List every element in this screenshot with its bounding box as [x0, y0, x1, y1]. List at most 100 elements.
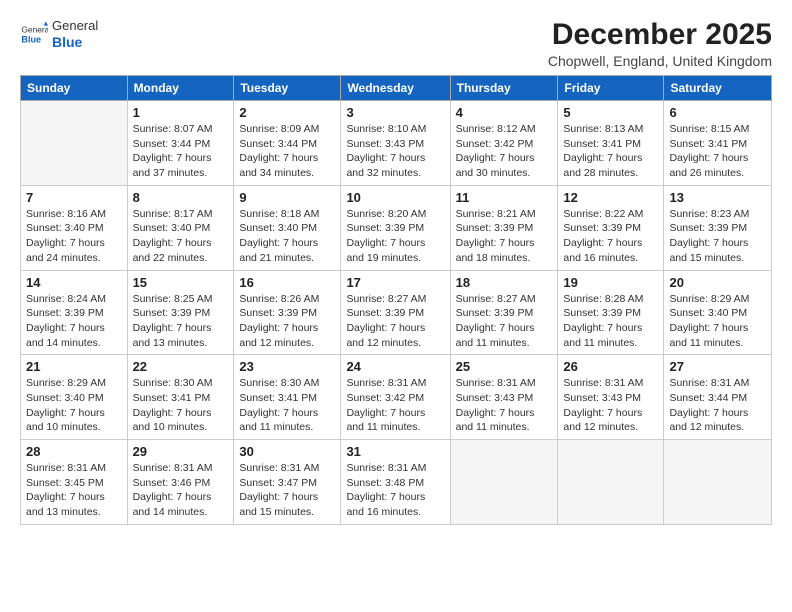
- day-number: 29: [133, 444, 229, 459]
- calendar-cell: [664, 440, 772, 525]
- day-number: 18: [456, 275, 553, 290]
- day-number: 16: [239, 275, 335, 290]
- day-number: 5: [563, 105, 658, 120]
- day-number: 22: [133, 359, 229, 374]
- day-number: 25: [456, 359, 553, 374]
- day-info: Sunrise: 8:23 AMSunset: 3:39 PMDaylight:…: [669, 207, 766, 266]
- calendar-cell: 25 Sunrise: 8:31 AMSunset: 3:43 PMDayligh…: [450, 355, 558, 440]
- calendar-cell: 9Sunrise: 8:18 AMSunset: 3:40 PMDaylight…: [234, 185, 341, 270]
- calendar-cell: 6 Sunrise: 8:15 AMSunset: 3:41 PMDaylight…: [664, 101, 772, 186]
- day-info: Sunrise: 8:31 AMSunset: 3:42 PMDaylight:…: [346, 376, 444, 435]
- weekday-row: Sunday Monday Tuesday Wednesday Thursday…: [21, 76, 772, 101]
- calendar-body: 1 Sunrise: 8:07 AMSunset: 3:44 PMDaylight…: [21, 101, 772, 525]
- day-info: Sunrise: 8:31 AMSunset: 3:47 PMDaylight:…: [239, 461, 335, 520]
- day-info: Sunrise: 8:25 AMSunset: 3:39 PMDaylight:…: [133, 292, 229, 351]
- day-info: Sunrise: 8:28 AMSunset: 3:39 PMDaylight:…: [563, 292, 658, 351]
- day-info: Sunrise: 8:31 AMSunset: 3:43 PMDaylight:…: [456, 376, 553, 435]
- calendar-cell: 3Sunrise: 8:10 AMSunset: 3:43 PMDaylight…: [341, 101, 450, 186]
- day-number: 11: [456, 190, 553, 205]
- day-info: Sunrise: 8:27 AMSunset: 3:39 PMDaylight:…: [456, 292, 553, 351]
- calendar-cell: 15 Sunrise: 8:25 AMSunset: 3:39 PMDayligh…: [127, 270, 234, 355]
- calendar-cell: 27Sunrise: 8:31 AMSunset: 3:44 PMDayligh…: [664, 355, 772, 440]
- calendar-cell: 14Sunrise: 8:24 AMSunset: 3:39 PMDayligh…: [21, 270, 128, 355]
- calendar-cell: 18 Sunrise: 8:27 AMSunset: 3:39 PMDayligh…: [450, 270, 558, 355]
- calendar-cell: 30 Sunrise: 8:31 AMSunset: 3:47 PMDayligh…: [234, 440, 341, 525]
- day-number: 30: [239, 444, 335, 459]
- calendar-week-3: 14Sunrise: 8:24 AMSunset: 3:39 PMDayligh…: [21, 270, 772, 355]
- day-number: 21: [26, 359, 122, 374]
- calendar-cell: 16 Sunrise: 8:26 AMSunset: 3:39 PMDayligh…: [234, 270, 341, 355]
- day-number: 8: [133, 190, 229, 205]
- day-info: Sunrise: 8:20 AMSunset: 3:39 PMDaylight:…: [346, 207, 444, 266]
- svg-text:Blue: Blue: [21, 35, 41, 45]
- day-info: Sunrise: 8:31 AMSunset: 3:45 PMDaylight:…: [26, 461, 122, 520]
- calendar-table: Sunday Monday Tuesday Wednesday Thursday…: [20, 75, 772, 525]
- day-number: 15: [133, 275, 229, 290]
- svg-text:General: General: [21, 25, 48, 35]
- day-info: Sunrise: 8:26 AMSunset: 3:39 PMDaylight:…: [239, 292, 335, 351]
- col-wednesday: Wednesday: [341, 76, 450, 101]
- col-tuesday: Tuesday: [234, 76, 341, 101]
- day-info: Sunrise: 8:17 AMSunset: 3:40 PMDaylight:…: [133, 207, 229, 266]
- calendar-cell: 22Sunrise: 8:30 AMSunset: 3:41 PMDayligh…: [127, 355, 234, 440]
- day-info: Sunrise: 8:15 AMSunset: 3:41 PMDaylight:…: [669, 122, 766, 181]
- calendar-cell: 23 Sunrise: 8:30 AMSunset: 3:41 PMDayligh…: [234, 355, 341, 440]
- day-number: 1: [133, 105, 229, 120]
- day-number: 13: [669, 190, 766, 205]
- calendar-cell: 19 Sunrise: 8:28 AMSunset: 3:39 PMDayligh…: [558, 270, 664, 355]
- col-saturday: Saturday: [664, 76, 772, 101]
- day-number: 26: [563, 359, 658, 374]
- calendar-cell: 31 Sunrise: 8:31 AMSunset: 3:48 PMDayligh…: [341, 440, 450, 525]
- day-number: 12: [563, 190, 658, 205]
- day-number: 6: [669, 105, 766, 120]
- day-info: Sunrise: 8:09 AMSunset: 3:44 PMDaylight:…: [239, 122, 335, 181]
- day-number: 31: [346, 444, 444, 459]
- day-number: 23: [239, 359, 335, 374]
- col-monday: Monday: [127, 76, 234, 101]
- calendar-cell: 21Sunrise: 8:29 AMSunset: 3:40 PMDayligh…: [21, 355, 128, 440]
- logo-blue-text: Blue: [52, 34, 98, 51]
- day-info: Sunrise: 8:07 AMSunset: 3:44 PMDaylight:…: [133, 122, 229, 181]
- calendar-cell: 8 Sunrise: 8:17 AMSunset: 3:40 PMDaylight…: [127, 185, 234, 270]
- calendar-cell: 24 Sunrise: 8:31 AMSunset: 3:42 PMDayligh…: [341, 355, 450, 440]
- day-number: 10: [346, 190, 444, 205]
- col-friday: Friday: [558, 76, 664, 101]
- calendar-page: General Blue General Blue December 2025 …: [0, 0, 792, 612]
- calendar-cell: 26 Sunrise: 8:31 AMSunset: 3:43 PMDayligh…: [558, 355, 664, 440]
- day-number: 20: [669, 275, 766, 290]
- day-number: 24: [346, 359, 444, 374]
- header: General Blue General Blue December 2025 …: [20, 18, 772, 69]
- calendar-cell: [450, 440, 558, 525]
- calendar-cell: 4Sunrise: 8:12 AMSunset: 3:42 PMDaylight…: [450, 101, 558, 186]
- day-number: 19: [563, 275, 658, 290]
- day-info: Sunrise: 8:31 AMSunset: 3:48 PMDaylight:…: [346, 461, 444, 520]
- calendar-cell: [558, 440, 664, 525]
- day-info: Sunrise: 8:31 AMSunset: 3:46 PMDaylight:…: [133, 461, 229, 520]
- page-title: December 2025: [548, 18, 772, 51]
- calendar-cell: 12Sunrise: 8:22 AMSunset: 3:39 PMDayligh…: [558, 185, 664, 270]
- day-info: Sunrise: 8:27 AMSunset: 3:39 PMDaylight:…: [346, 292, 444, 351]
- day-number: 17: [346, 275, 444, 290]
- calendar-cell: [21, 101, 128, 186]
- page-subtitle: Chopwell, England, United Kingdom: [548, 53, 772, 69]
- title-block: December 2025 Chopwell, England, United …: [548, 18, 772, 69]
- calendar-cell: 2 Sunrise: 8:09 AMSunset: 3:44 PMDaylight…: [234, 101, 341, 186]
- calendar-cell: 1 Sunrise: 8:07 AMSunset: 3:44 PMDaylight…: [127, 101, 234, 186]
- day-info: Sunrise: 8:12 AMSunset: 3:42 PMDaylight:…: [456, 122, 553, 181]
- logo: General Blue General Blue: [20, 18, 98, 50]
- day-info: Sunrise: 8:31 AMSunset: 3:44 PMDaylight:…: [669, 376, 766, 435]
- calendar-cell: 28Sunrise: 8:31 AMSunset: 3:45 PMDayligh…: [21, 440, 128, 525]
- day-info: Sunrise: 8:31 AMSunset: 3:43 PMDaylight:…: [563, 376, 658, 435]
- calendar-header: Sunday Monday Tuesday Wednesday Thursday…: [21, 76, 772, 101]
- day-info: Sunrise: 8:29 AMSunset: 3:40 PMDaylight:…: [669, 292, 766, 351]
- day-number: 2: [239, 105, 335, 120]
- calendar-week-2: 7 Sunrise: 8:16 AMSunset: 3:40 PMDaylight…: [21, 185, 772, 270]
- day-info: Sunrise: 8:30 AMSunset: 3:41 PMDaylight:…: [239, 376, 335, 435]
- day-info: Sunrise: 8:24 AMSunset: 3:39 PMDaylight:…: [26, 292, 122, 351]
- day-info: Sunrise: 8:16 AMSunset: 3:40 PMDaylight:…: [26, 207, 122, 266]
- day-info: Sunrise: 8:10 AMSunset: 3:43 PMDaylight:…: [346, 122, 444, 181]
- calendar-week-1: 1 Sunrise: 8:07 AMSunset: 3:44 PMDaylight…: [21, 101, 772, 186]
- logo-general-text: General: [52, 18, 98, 34]
- day-number: 7: [26, 190, 122, 205]
- day-number: 9: [239, 190, 335, 205]
